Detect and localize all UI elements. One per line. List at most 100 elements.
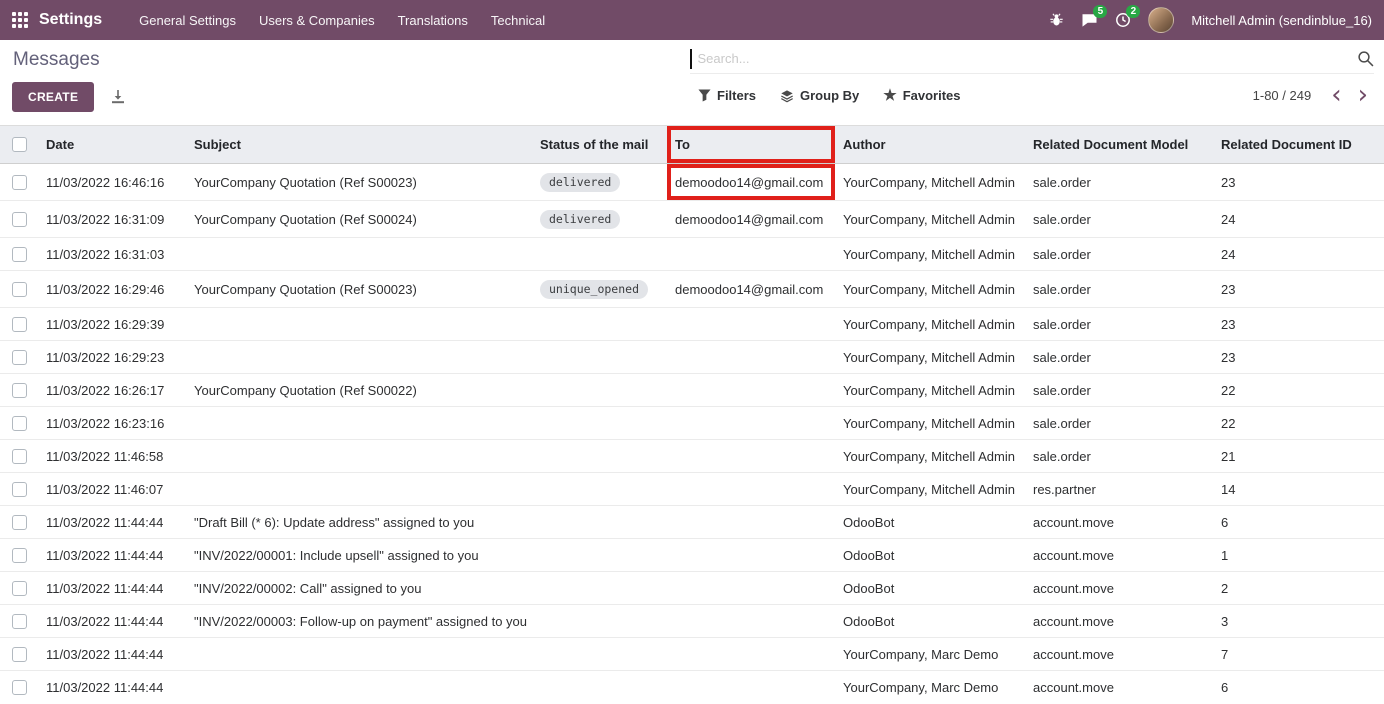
row-checkbox-cell[interactable] <box>0 539 38 572</box>
column-header[interactable]: Status of the mail <box>532 126 667 164</box>
cell-subject[interactable]: "INV/2022/00003: Follow-up on payment" a… <box>186 605 532 638</box>
cell-subject[interactable]: YourCompany Quotation (Ref S00022) <box>186 374 532 407</box>
cell-subject[interactable] <box>186 238 532 271</box>
cell-doc-id[interactable]: 6 <box>1213 506 1384 539</box>
table-row[interactable]: 11/03/2022 16:29:23 YourCompany, Mitchel… <box>0 341 1384 374</box>
row-checkbox[interactable] <box>12 581 27 596</box>
table-row[interactable]: 11/03/2022 11:46:58 YourCompany, Mitchel… <box>0 440 1384 473</box>
cell-author[interactable]: YourCompany, Marc Demo <box>835 638 1025 671</box>
cell-to[interactable] <box>667 572 835 605</box>
cell-doc-id[interactable]: 22 <box>1213 407 1384 440</box>
menu-item-users-companies[interactable]: Users & Companies <box>259 13 375 28</box>
row-checkbox[interactable] <box>12 515 27 530</box>
cell-date[interactable]: 11/03/2022 11:44:44 <box>38 539 186 572</box>
cell-date[interactable]: 11/03/2022 11:46:07 <box>38 473 186 506</box>
cell-date[interactable]: 11/03/2022 16:26:17 <box>38 374 186 407</box>
cell-author[interactable]: YourCompany, Mitchell Admin <box>835 440 1025 473</box>
cell-status[interactable]: unique_opened <box>532 271 667 308</box>
cell-status[interactable] <box>532 572 667 605</box>
row-checkbox[interactable] <box>12 350 27 365</box>
cell-status[interactable]: delivered <box>532 201 667 238</box>
row-checkbox[interactable] <box>12 175 27 190</box>
row-checkbox-cell[interactable] <box>0 638 38 671</box>
row-checkbox-cell[interactable] <box>0 271 38 308</box>
cell-model[interactable]: sale.order <box>1025 407 1213 440</box>
cell-doc-id[interactable]: 22 <box>1213 374 1384 407</box>
cell-author[interactable]: YourCompany, Mitchell Admin <box>835 271 1025 308</box>
cell-status[interactable] <box>532 671 667 704</box>
row-checkbox-cell[interactable] <box>0 506 38 539</box>
cell-model[interactable]: res.partner <box>1025 473 1213 506</box>
cell-status[interactable]: delivered <box>532 164 667 201</box>
table-row[interactable]: 11/03/2022 11:46:07 YourCompany, Mitchel… <box>0 473 1384 506</box>
column-header[interactable]: Related Document ID <box>1213 126 1384 164</box>
row-checkbox[interactable] <box>12 614 27 629</box>
row-checkbox-cell[interactable] <box>0 671 38 704</box>
menu-item-general-settings[interactable]: General Settings <box>139 13 236 28</box>
cell-status[interactable] <box>532 638 667 671</box>
cell-date[interactable]: 11/03/2022 11:44:44 <box>38 671 186 704</box>
cell-date[interactable]: 11/03/2022 16:31:03 <box>38 238 186 271</box>
cell-doc-id[interactable]: 23 <box>1213 341 1384 374</box>
cell-author[interactable]: YourCompany, Mitchell Admin <box>835 341 1025 374</box>
row-checkbox[interactable] <box>12 680 27 695</box>
table-row[interactable]: 11/03/2022 16:23:16 YourCompany, Mitchel… <box>0 407 1384 440</box>
cell-author[interactable]: OdooBot <box>835 605 1025 638</box>
cell-author[interactable]: YourCompany, Mitchell Admin <box>835 308 1025 341</box>
favorites-button[interactable]: ★ Favorites <box>883 88 960 103</box>
row-checkbox[interactable] <box>12 647 27 662</box>
cell-to[interactable] <box>667 374 835 407</box>
cell-date[interactable]: 11/03/2022 11:44:44 <box>38 506 186 539</box>
cell-author[interactable]: YourCompany, Mitchell Admin <box>835 164 1025 201</box>
create-button[interactable]: CREATE <box>12 82 94 112</box>
cell-doc-id[interactable]: 23 <box>1213 271 1384 308</box>
row-checkbox[interactable] <box>12 282 27 297</box>
cell-doc-id[interactable]: 7 <box>1213 638 1384 671</box>
cell-model[interactable]: sale.order <box>1025 374 1213 407</box>
group-by-button[interactable]: Group By <box>780 88 859 103</box>
column-header[interactable]: Author <box>835 126 1025 164</box>
row-checkbox[interactable] <box>12 449 27 464</box>
cell-doc-id[interactable]: 21 <box>1213 440 1384 473</box>
cell-to[interactable] <box>667 605 835 638</box>
cell-doc-id[interactable]: 2 <box>1213 572 1384 605</box>
cell-author[interactable]: OdooBot <box>835 572 1025 605</box>
table-row[interactable]: 11/03/2022 11:44:44 "INV/2022/00001: Inc… <box>0 539 1384 572</box>
cell-subject[interactable]: "Draft Bill (* 6): Update address" assig… <box>186 506 532 539</box>
cell-to[interactable] <box>667 238 835 271</box>
cell-author[interactable]: YourCompany, Mitchell Admin <box>835 201 1025 238</box>
row-checkbox-cell[interactable] <box>0 308 38 341</box>
pager-next-icon[interactable]: › <box>1352 85 1374 105</box>
row-checkbox[interactable] <box>12 247 27 262</box>
cell-date[interactable]: 11/03/2022 11:44:44 <box>38 572 186 605</box>
cell-model[interactable]: sale.order <box>1025 238 1213 271</box>
cell-doc-id[interactable]: 6 <box>1213 671 1384 704</box>
cell-subject[interactable] <box>186 407 532 440</box>
pager-previous-icon[interactable]: ‹ <box>1325 85 1347 105</box>
table-row[interactable]: 11/03/2022 11:44:44 "INV/2022/00003: Fol… <box>0 605 1384 638</box>
row-checkbox[interactable] <box>12 416 27 431</box>
cell-to[interactable] <box>667 440 835 473</box>
cell-author[interactable]: OdooBot <box>835 539 1025 572</box>
activities-icon[interactable]: 2 <box>1115 12 1131 28</box>
cell-subject[interactable] <box>186 308 532 341</box>
cell-to[interactable] <box>667 638 835 671</box>
menu-item-technical[interactable]: Technical <box>491 13 545 28</box>
cell-date[interactable]: 11/03/2022 11:46:58 <box>38 440 186 473</box>
cell-doc-id[interactable]: 23 <box>1213 164 1384 201</box>
table-row[interactable]: 11/03/2022 16:46:16 YourCompany Quotatio… <box>0 164 1384 201</box>
row-checkbox[interactable] <box>12 317 27 332</box>
cell-status[interactable] <box>532 440 667 473</box>
cell-author[interactable]: YourCompany, Mitchell Admin <box>835 407 1025 440</box>
cell-doc-id[interactable]: 24 <box>1213 238 1384 271</box>
table-row[interactable]: 11/03/2022 11:44:44 "INV/2022/00002: Cal… <box>0 572 1384 605</box>
cell-to[interactable]: demoodoo14@gmail.com <box>667 271 835 308</box>
row-checkbox-cell[interactable] <box>0 440 38 473</box>
cell-subject[interactable] <box>186 638 532 671</box>
cell-to[interactable]: demoodoo14@gmail.com <box>667 164 835 201</box>
table-row[interactable]: 11/03/2022 16:31:09 YourCompany Quotatio… <box>0 201 1384 238</box>
cell-subject[interactable] <box>186 341 532 374</box>
cell-status[interactable] <box>532 341 667 374</box>
cell-to[interactable] <box>667 308 835 341</box>
select-all-checkbox[interactable] <box>12 137 27 152</box>
